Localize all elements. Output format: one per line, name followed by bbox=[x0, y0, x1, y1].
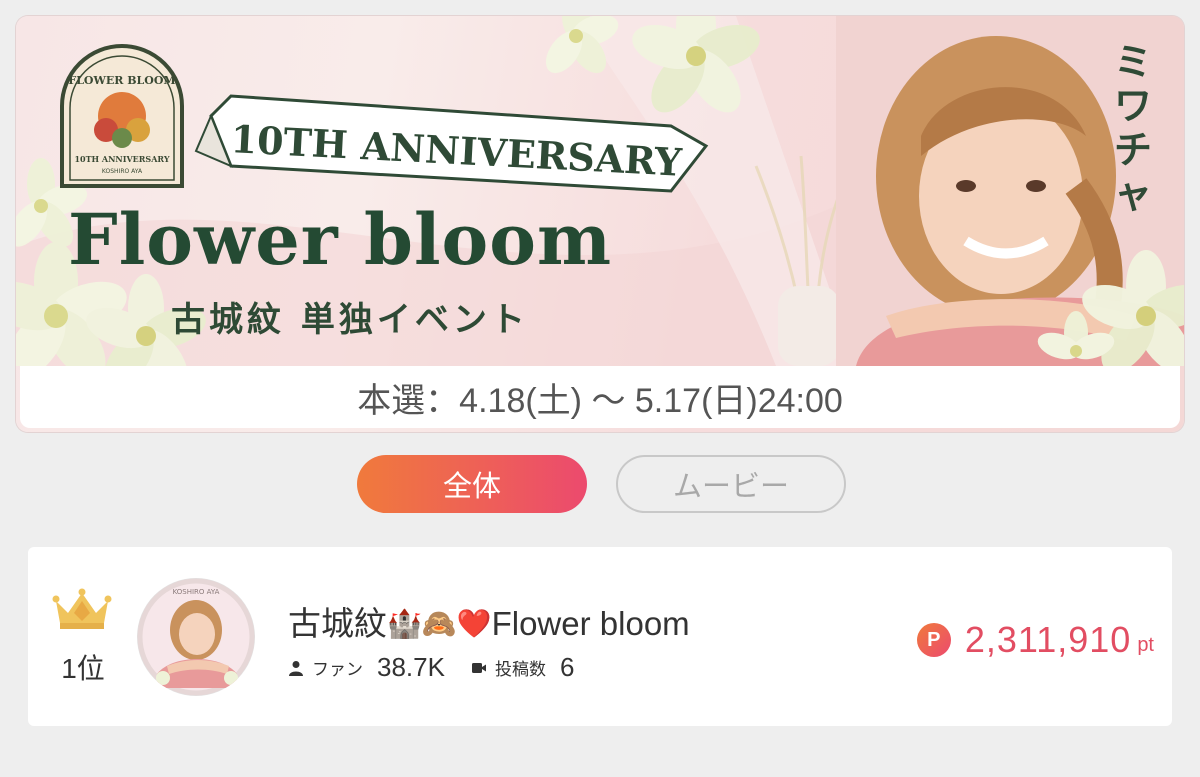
posts-count: 6 bbox=[559, 652, 575, 682]
tab-movie[interactable]: ムービー bbox=[616, 455, 846, 513]
event-subtitle: 古城紋 単独イベント bbox=[171, 300, 529, 340]
user-name[interactable]: 古城紋🏰🙈❤️Flower bloom bbox=[288, 597, 690, 645]
event-date-bar: 本選：4.18(土) 〜 5.17(日)24:00 bbox=[20, 366, 1180, 428]
posts-label: 投稿数 bbox=[494, 660, 546, 679]
avatar-caption: KOSHIRO AYA bbox=[173, 588, 220, 596]
avatar[interactable]: KOSHIRO AYA bbox=[137, 578, 255, 696]
user-name-emojis: 🏰🙈❤️ bbox=[387, 608, 492, 639]
brand-logo: ミワチャ bbox=[1113, 40, 1154, 216]
points-unit: pt bbox=[1137, 633, 1154, 656]
tab-all-label: 全体 bbox=[442, 471, 501, 503]
fans-count: 38.7K bbox=[377, 652, 445, 682]
person-icon bbox=[289, 660, 303, 676]
event-banner[interactable]: FLOWER BLOOM 10TH ANNIVERSARY KOSHIRO AY… bbox=[16, 16, 1184, 432]
badge-top-text: FLOWER BLOOM bbox=[68, 74, 175, 87]
event-title: Flower bloom bbox=[68, 198, 613, 281]
badge-name-text: KOSHIRO AYA bbox=[102, 168, 143, 175]
event-date-text: 本選：4.18(土) 〜 5.17(日)24:00 bbox=[357, 381, 843, 420]
user-stats: ファン 38.7K 投稿数 6 bbox=[288, 652, 600, 683]
video-camera-icon bbox=[471, 662, 486, 673]
tab-all[interactable]: 全体 bbox=[357, 455, 587, 513]
tab-movie-label: ムービー bbox=[672, 471, 789, 503]
ranking-list-item[interactable]: 1位 KOSHIRO AYA 古城紋🏰🙈❤️Flower bloom ファン 3… bbox=[28, 547, 1172, 726]
rank-label: 1位 bbox=[61, 653, 105, 684]
user-name-suffix: Flower bloom bbox=[491, 605, 690, 642]
vase bbox=[778, 286, 840, 366]
points-display: P 2,311,910 pt bbox=[916, 619, 1154, 661]
badge-anniversary-text: 10TH ANNIVERSARY bbox=[74, 154, 169, 164]
anniversary-ribbon: 10TH ANNIVERSARY bbox=[194, 94, 709, 193]
points-icon: P bbox=[916, 623, 951, 657]
user-name-text: 古城紋 bbox=[288, 605, 387, 642]
crown-icon bbox=[52, 588, 112, 629]
fans-label: ファン bbox=[312, 660, 363, 679]
anniversary-badge: FLOWER BLOOM 10TH ANNIVERSARY KOSHIRO AY… bbox=[60, 44, 184, 188]
points-value: 2,311,910 bbox=[964, 619, 1132, 660]
